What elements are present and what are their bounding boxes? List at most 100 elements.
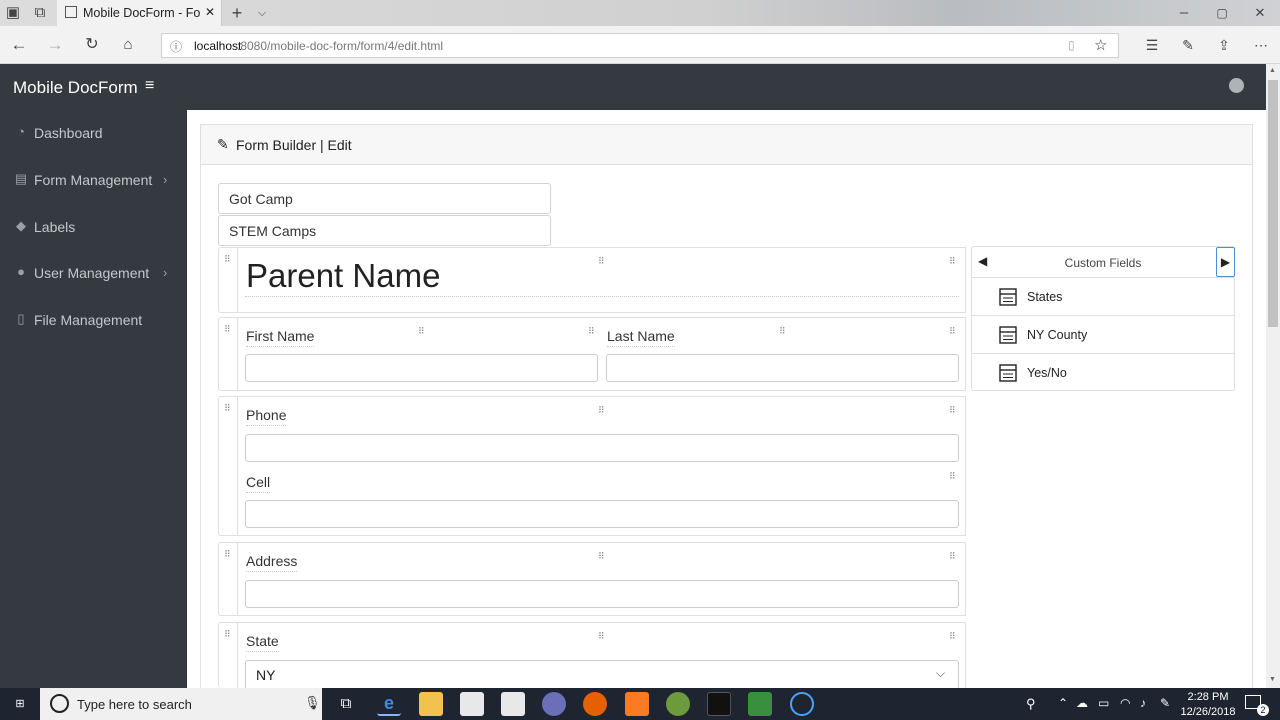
sidebar-item-form-management[interactable]: ▤ Form Management › bbox=[0, 157, 187, 203]
drag-handle-icon[interactable]: ⠿ bbox=[598, 632, 605, 641]
heidisql-icon[interactable] bbox=[666, 692, 690, 716]
store-icon[interactable] bbox=[460, 692, 484, 716]
show-hidden-icons-icon[interactable]: ⌃ bbox=[1058, 696, 1068, 710]
tab-title: Mobile DocForm - Form bbox=[83, 6, 201, 20]
minimize-icon[interactable]: – bbox=[1176, 0, 1192, 26]
field-template-icon bbox=[999, 326, 1017, 344]
clock-time: 2:28 PM bbox=[1187, 691, 1229, 703]
notepad-icon[interactable] bbox=[748, 692, 772, 716]
browser-tab[interactable]: Mobile DocForm - Form ✕ bbox=[57, 0, 222, 26]
scroll-down-icon[interactable]: ▼ bbox=[1269, 676, 1276, 683]
clock-date: 12/26/2018 bbox=[1180, 706, 1236, 718]
eclipse-icon[interactable] bbox=[542, 692, 566, 716]
drag-handle-icon[interactable]: ⠿ bbox=[949, 327, 956, 336]
tag-icon: ◆ bbox=[16, 218, 26, 233]
volume-icon[interactable]: ♪ bbox=[1140, 696, 1146, 710]
form-row-name: ⠿ ⠿ ⠿ ⠿ First Name Last Name bbox=[237, 317, 966, 391]
drag-handle-icon[interactable]: ⠿ bbox=[949, 552, 956, 561]
drag-handle-icon: ⠿ bbox=[224, 254, 231, 264]
custom-field-item[interactable]: Yes/No bbox=[972, 353, 1234, 391]
brand-title[interactable]: Mobile DocForm bbox=[13, 78, 138, 98]
more-icon[interactable]: ⋯ bbox=[1250, 32, 1272, 58]
form-row-address: ⠿ ⠿ Address bbox=[237, 542, 966, 616]
scroll-up-icon[interactable]: ▲ bbox=[1269, 67, 1276, 74]
drag-handle-icon[interactable]: ⠿ bbox=[949, 406, 956, 415]
file-icon: ▯ bbox=[17, 311, 25, 326]
close-window-icon[interactable]: ✕ bbox=[1252, 0, 1268, 26]
drag-handle-icon[interactable]: ⠿ bbox=[949, 472, 956, 481]
cell-input[interactable] bbox=[245, 500, 959, 528]
windows-start-icon[interactable]: ⊞ bbox=[4, 694, 36, 714]
chevron-right-icon: › bbox=[163, 265, 168, 280]
section-drag-handle[interactable]: ⠿ bbox=[218, 247, 237, 313]
favorites-hub-icon[interactable]: ☰ bbox=[1142, 32, 1162, 58]
sidebar-item-labels[interactable]: ◆ Labels bbox=[0, 204, 187, 250]
drag-handle-icon[interactable]: ⠿ bbox=[598, 552, 605, 561]
phone-input[interactable] bbox=[245, 434, 959, 462]
battery-icon[interactable]: ▭ bbox=[1098, 696, 1109, 710]
reading-view-icon[interactable]: ▯ bbox=[1068, 38, 1075, 52]
edge-browser-icon[interactable]: e bbox=[377, 692, 401, 716]
dashboard-icon: ◔ bbox=[17, 124, 25, 139]
form-icon: ▤ bbox=[14, 171, 28, 186]
sidebar-item-label: Form Management bbox=[34, 172, 153, 188]
people-icon[interactable]: ⚲ bbox=[1026, 696, 1036, 712]
mail-icon[interactable] bbox=[501, 692, 525, 716]
users-icon: ● bbox=[17, 264, 25, 279]
terminal-icon[interactable] bbox=[707, 692, 731, 716]
refresh-icon[interactable]: ↻ bbox=[82, 32, 102, 58]
favorite-star-icon[interactable]: ☆ bbox=[1094, 36, 1107, 54]
back-icon[interactable]: ← bbox=[9, 32, 29, 58]
address-input[interactable] bbox=[245, 580, 959, 608]
xampp-icon[interactable] bbox=[625, 692, 649, 716]
maximize-icon[interactable]: ▢ bbox=[1214, 0, 1230, 26]
sidebar-item-label: Labels bbox=[34, 219, 76, 235]
tab-list-chevron-icon[interactable]: ⌵ bbox=[254, 0, 270, 26]
share-icon[interactable]: ⇪ bbox=[1214, 32, 1234, 58]
close-tab-icon[interactable]: ✕ bbox=[205, 5, 215, 19]
form-heading[interactable]: Parent Name bbox=[246, 257, 440, 295]
custom-field-item[interactable]: NY County bbox=[972, 315, 1234, 353]
new-tab-icon[interactable]: + bbox=[228, 0, 246, 26]
task-view-icon[interactable]: ⧉ bbox=[334, 692, 358, 716]
url-field[interactable]: ⓘ localhost :8080/mobile-doc-form/form/4… bbox=[161, 33, 1119, 58]
sidebar-item-dashboard[interactable]: ◔ Dashboard bbox=[0, 110, 187, 156]
section-drag-handle[interactable]: ⠿ bbox=[218, 542, 237, 616]
custom-fields-title: Custom Fields bbox=[1064, 256, 1142, 270]
scrollbar-thumb[interactable] bbox=[1268, 80, 1278, 327]
section-drag-handle[interactable]: ⠿ bbox=[218, 396, 237, 536]
clock[interactable]: 2:28 PM 12/26/2018 bbox=[1180, 688, 1236, 720]
drag-handle-icon[interactable]: ⠿ bbox=[598, 406, 605, 415]
next-page-icon[interactable]: ▶ bbox=[1216, 247, 1235, 277]
home-icon[interactable]: ⌂ bbox=[118, 32, 138, 58]
firefox-icon[interactable] bbox=[583, 692, 607, 716]
drag-handle-icon[interactable]: ⠿ bbox=[588, 327, 595, 336]
drag-handle-icon[interactable]: ⠿ bbox=[779, 327, 786, 336]
form-category-input[interactable]: STEM Camps bbox=[218, 215, 551, 246]
sidebar-item-file-management[interactable]: ▯ File Management bbox=[0, 297, 187, 343]
section-drag-handle[interactable]: ⠿ bbox=[218, 622, 237, 688]
form-name-input[interactable]: Got Camp bbox=[218, 183, 551, 214]
first-name-input[interactable] bbox=[245, 354, 598, 382]
last-name-input[interactable] bbox=[606, 354, 959, 382]
tab-preview-icon[interactable]: ⧉ bbox=[30, 0, 50, 26]
pen-workspace-icon[interactable]: ✎ bbox=[1160, 696, 1170, 710]
drag-handle-icon[interactable]: ⠿ bbox=[949, 632, 956, 641]
menu-toggle-icon[interactable]: ≡ bbox=[145, 77, 154, 95]
drag-handle-icon: ⠿ bbox=[224, 629, 231, 639]
microphone-icon[interactable]: 🎙 bbox=[304, 695, 321, 711]
wifi-icon[interactable]: ◠ bbox=[1120, 696, 1130, 710]
sidebar-item-user-management[interactable]: ● User Management › bbox=[0, 250, 187, 296]
file-explorer-icon[interactable] bbox=[419, 692, 443, 716]
section-drag-handle[interactable]: ⠿ bbox=[218, 317, 237, 391]
custom-field-item[interactable]: States bbox=[972, 277, 1234, 315]
taskbar-search-box[interactable]: Type here to search 🎙 bbox=[40, 688, 322, 720]
state-select[interactable]: NY ⌵ bbox=[245, 660, 959, 689]
tab-set-aside-icon[interactable]: ▣ bbox=[4, 0, 22, 26]
forward-icon[interactable]: → bbox=[45, 32, 65, 58]
drag-handle-icon[interactable]: ⠿ bbox=[418, 327, 425, 336]
pen-icon[interactable]: ✎ bbox=[1178, 32, 1198, 58]
onedrive-icon[interactable]: ☁ bbox=[1076, 696, 1088, 710]
user-account-icon[interactable] bbox=[1229, 78, 1244, 93]
screencast-icon[interactable] bbox=[790, 692, 814, 716]
